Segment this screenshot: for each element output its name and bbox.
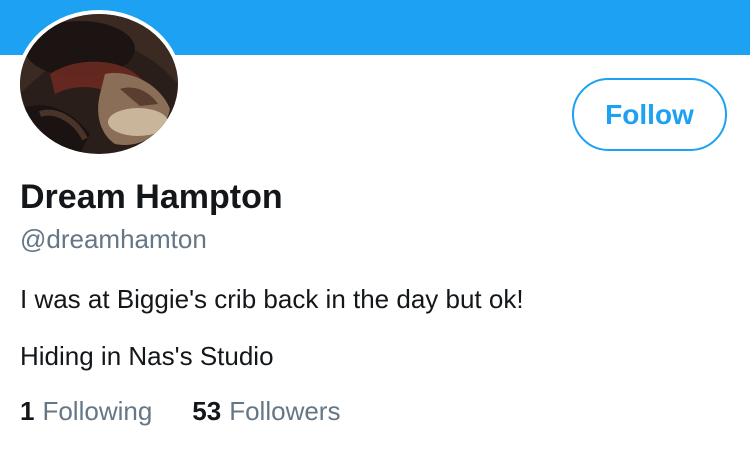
profile-handle[interactable]: @dreamhamton bbox=[20, 224, 207, 255]
following-stat[interactable]: 1 Following bbox=[20, 396, 152, 427]
following-count: 1 bbox=[20, 396, 35, 426]
profile-location: Hiding in Nas's Studio bbox=[20, 341, 274, 371]
avatar[interactable] bbox=[20, 14, 178, 154]
profile-name: Dream Hampton bbox=[20, 178, 283, 216]
profile-stats: 1 Following 53 Followers bbox=[20, 396, 340, 427]
profile-bio: I was at Biggie's crib back in the day b… bbox=[20, 284, 524, 314]
followers-stat[interactable]: 53 Followers bbox=[192, 396, 340, 427]
followers-count: 53 bbox=[192, 396, 222, 426]
follow-button[interactable]: Follow bbox=[572, 78, 727, 151]
following-label: Following bbox=[42, 396, 153, 426]
avatar-photo-icon bbox=[20, 14, 178, 154]
followers-label: Followers bbox=[229, 396, 341, 426]
